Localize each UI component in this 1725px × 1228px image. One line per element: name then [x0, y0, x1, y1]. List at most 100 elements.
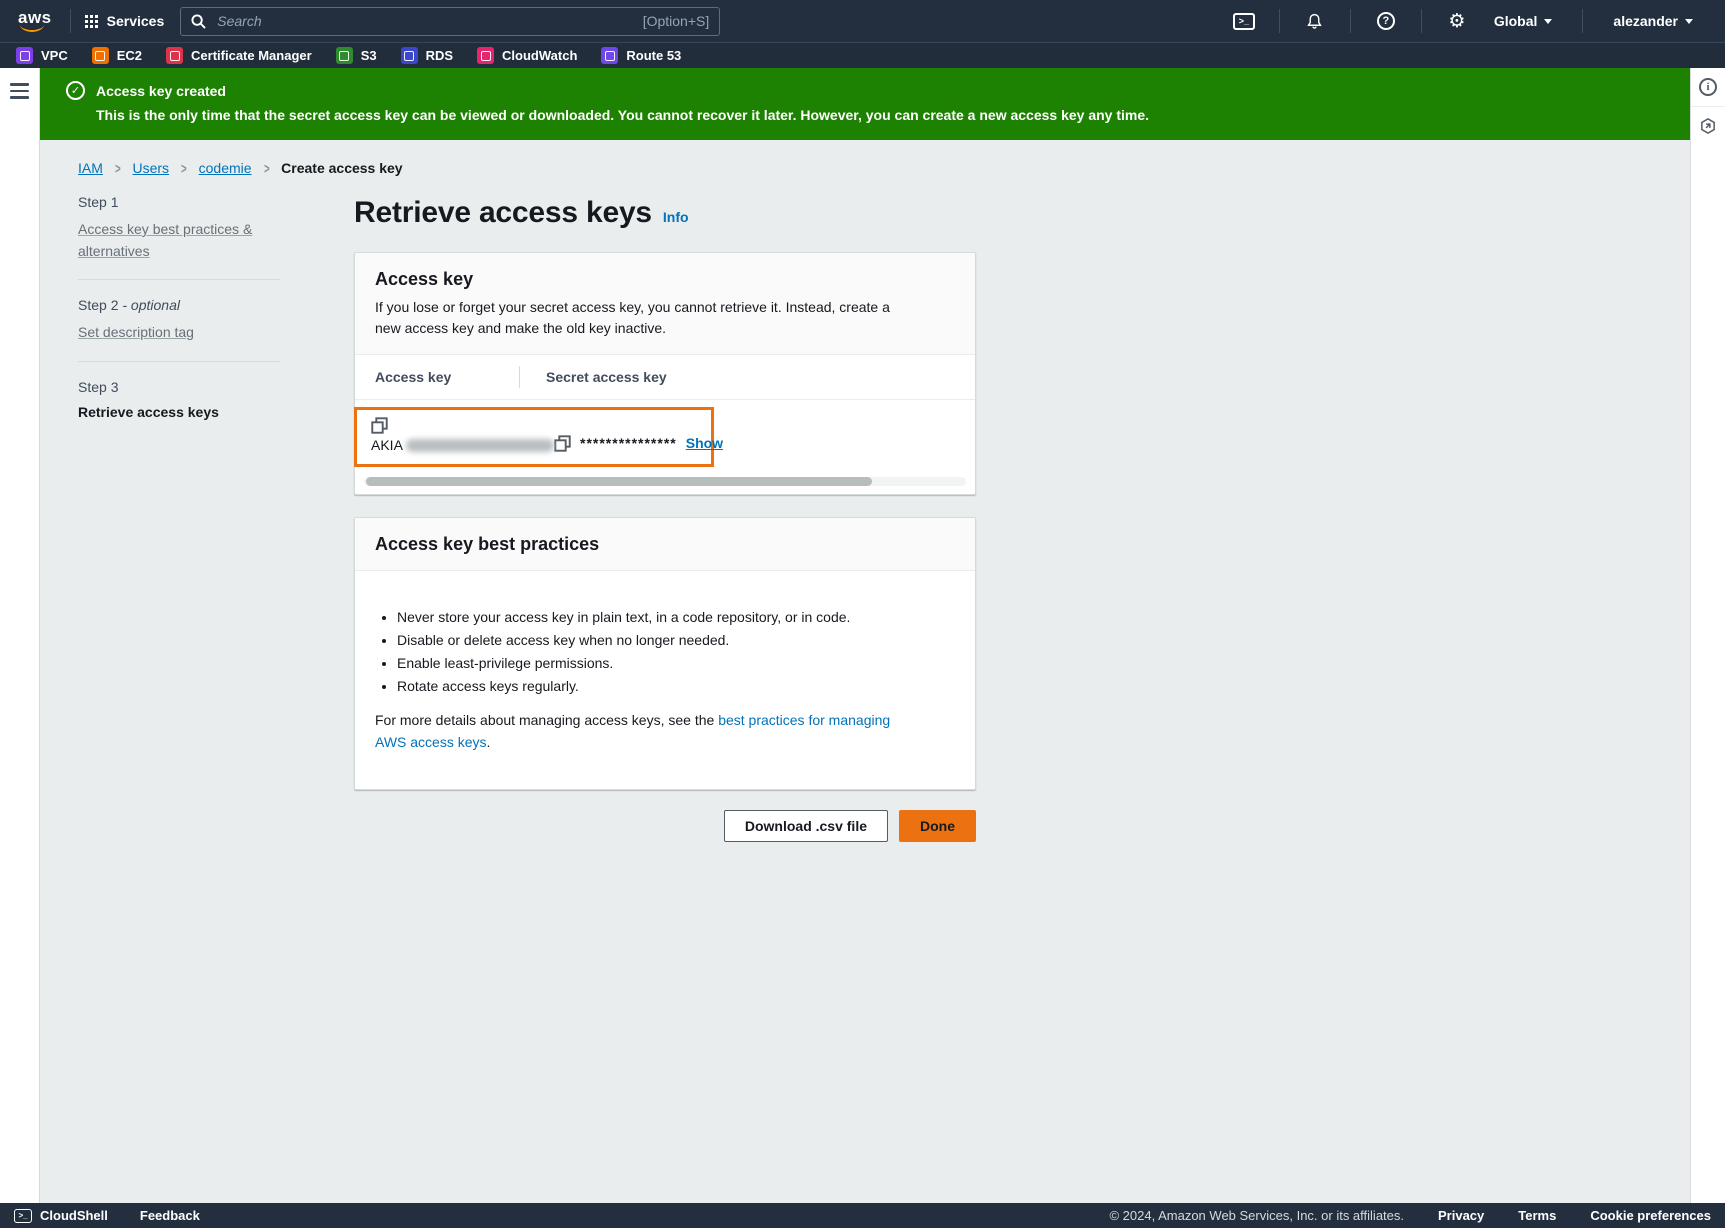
favorite-label: S3: [361, 48, 377, 63]
access-key-card: Access key If you lose or forget your se…: [354, 252, 976, 495]
footer-cloudshell-label: CloudShell: [40, 1208, 108, 1223]
notifications-button[interactable]: [1294, 12, 1336, 30]
secret-key-mask: ***************: [580, 435, 677, 451]
content-area: ✓ Access key created This is the only ti…: [40, 68, 1690, 1203]
favorite-rds[interactable]: RDS: [401, 47, 453, 64]
top-nav-bar: aws Services [Option+S] >_: [0, 0, 1725, 42]
best-practices-card-header: Access key best practices: [355, 518, 975, 571]
horizontal-scrollbar-track[interactable]: [364, 477, 966, 486]
access-key-cell: AKIA: [371, 417, 554, 453]
notifications-bell-icon: [1306, 12, 1323, 30]
region-selector[interactable]: Global: [1478, 13, 1569, 29]
search-shortcut-hint: [Option+S]: [643, 13, 710, 29]
account-menu[interactable]: alezander: [1597, 13, 1709, 29]
info-link[interactable]: Info: [663, 209, 689, 225]
breadcrumb-users-link[interactable]: Users: [132, 160, 169, 176]
cookie-preferences-link[interactable]: Cookie preferences: [1590, 1208, 1711, 1223]
success-check-icon: ✓: [66, 81, 85, 100]
access-key-card-title: Access key: [375, 269, 955, 290]
best-practices-body: Never store your access key in plain tex…: [355, 571, 975, 789]
favorite-label: VPC: [41, 48, 68, 63]
step3-label: Step 3: [78, 379, 280, 395]
divider: [1279, 9, 1280, 33]
step2-label: Step 2 - optional: [78, 297, 280, 313]
global-search[interactable]: [Option+S]: [180, 7, 720, 36]
cloudwatch-service-icon: [477, 47, 494, 64]
services-grid-icon: [85, 15, 98, 28]
favorite-label: Route 53: [626, 48, 681, 63]
footer-feedback-button[interactable]: Feedback: [140, 1208, 200, 1223]
success-flashbar: ✓ Access key created This is the only ti…: [40, 68, 1690, 140]
action-buttons: Download .csv file Done: [354, 810, 976, 842]
access-key-card-description: If you lose or forget your secret access…: [375, 297, 900, 339]
breadcrumb-iam-link[interactable]: IAM: [78, 160, 103, 176]
copy-secret-key-icon[interactable]: [554, 435, 571, 452]
favorite-label: Certificate Manager: [191, 48, 312, 63]
footer-feedback-label: Feedback: [140, 1208, 200, 1223]
favorite-label: CloudWatch: [502, 48, 577, 63]
favorites-bar: VPC EC2 Certificate Manager S3 RDS Cloud…: [0, 42, 1725, 68]
main-column: Retrieve access keys Info Access key If …: [354, 194, 976, 842]
best-practice-item: Disable or delete access key when no lon…: [397, 632, 955, 648]
privacy-link[interactable]: Privacy: [1438, 1208, 1484, 1223]
done-button[interactable]: Done: [899, 810, 976, 842]
favorite-route53[interactable]: Route 53: [601, 47, 681, 64]
aws-console-page: aws Services [Option+S] >_: [0, 0, 1725, 1228]
access-key-redacted-blur: [406, 439, 554, 452]
search-icon: [191, 14, 206, 29]
footer-cloudshell-button[interactable]: >_ CloudShell: [14, 1208, 108, 1223]
services-menu-button[interactable]: Services: [85, 13, 165, 29]
step1-label: Step 1: [78, 194, 280, 210]
step1-link[interactable]: Access key best practices & alternatives: [78, 219, 280, 262]
show-secret-link[interactable]: Show: [686, 435, 723, 451]
hamburger-menu-icon[interactable]: [10, 83, 29, 103]
settings-button[interactable]: ⚙: [1436, 12, 1478, 31]
help-button[interactable]: ?: [1365, 12, 1407, 30]
rds-service-icon: [401, 47, 418, 64]
info-panel-toggle[interactable]: i: [1691, 68, 1725, 106]
cloudshell-button[interactable]: >_: [1223, 13, 1265, 30]
access-key-column-header: Access key: [355, 369, 519, 385]
cloudshell-terminal-icon: >_: [1233, 13, 1255, 30]
resources-panel-toggle[interactable]: [1691, 107, 1725, 145]
favorite-certificate-manager[interactable]: Certificate Manager: [166, 47, 312, 64]
console-footer: >_ CloudShell Feedback © 2024, Amazon We…: [0, 1203, 1725, 1228]
services-label: Services: [107, 13, 165, 29]
best-practice-item: Enable least-privilege permissions.: [397, 655, 955, 671]
download-csv-button[interactable]: Download .csv file: [724, 810, 888, 842]
best-practices-card: Access key best practices Never store yo…: [354, 517, 976, 790]
vpc-service-icon: [16, 47, 33, 64]
favorite-s3[interactable]: S3: [336, 47, 377, 64]
access-key-card-header: Access key If you lose or forget your se…: [355, 253, 975, 355]
copy-access-key-icon[interactable]: [371, 417, 388, 434]
favorite-vpc[interactable]: VPC: [16, 47, 68, 64]
best-practices-list: Never store your access key in plain tex…: [397, 609, 955, 694]
search-input[interactable]: [215, 12, 633, 30]
s3-service-icon: [336, 47, 353, 64]
divider: [1421, 9, 1422, 33]
help-question-icon: ?: [1377, 12, 1395, 30]
hexagon-tools-icon: [1699, 117, 1717, 135]
favorite-ec2[interactable]: EC2: [92, 47, 142, 64]
breadcrumb-current: Create access key: [281, 160, 402, 176]
chevron-right-icon: >: [264, 160, 270, 177]
username-label: alezander: [1613, 13, 1678, 29]
best-practice-item: Never store your access key in plain tex…: [397, 609, 955, 625]
footer-right: © 2024, Amazon Web Services, Inc. or its…: [1109, 1208, 1711, 1223]
horizontal-scrollbar-thumb[interactable]: [366, 477, 872, 486]
best-practices-footer-text: For more details about managing access k…: [375, 710, 903, 753]
best-practice-item: Rotate access keys regularly.: [397, 678, 955, 694]
flashbar-title: Access key created: [96, 83, 226, 99]
key-table-header: Access key Secret access key: [355, 355, 975, 400]
favorite-cloudwatch[interactable]: CloudWatch: [477, 47, 577, 64]
terms-link[interactable]: Terms: [1518, 1208, 1556, 1223]
breadcrumb-codemie-link[interactable]: codemie: [199, 160, 252, 176]
favorite-label: EC2: [117, 48, 142, 63]
step2-link[interactable]: Set description tag: [78, 322, 194, 344]
chevron-down-icon: [1685, 19, 1693, 24]
breadcrumb: IAM > Users > codemie > Create access ke…: [78, 160, 1690, 176]
help-panel-rail: i: [1690, 68, 1725, 1203]
divider: [1582, 9, 1583, 33]
chevron-right-icon: >: [181, 160, 187, 177]
aws-logo[interactable]: aws: [16, 8, 56, 34]
